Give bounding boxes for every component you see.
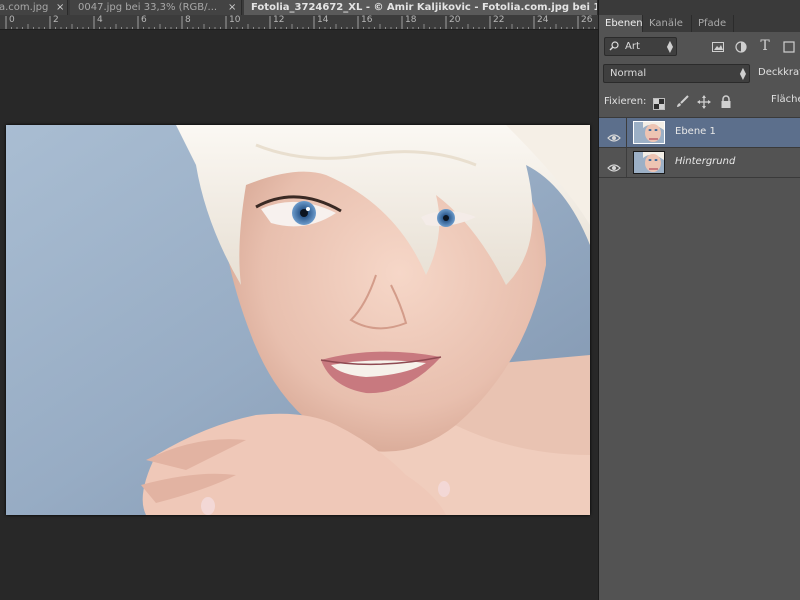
document-tab-3-label: Fotolia_3724672_XL - © Amir Kaljikovic -… [251,2,598,13]
layer-thumbnail[interactable] [633,151,665,174]
chevron-down-icon: ▼ [739,72,746,81]
panel-tab-bar: Ebenen Kanäle Pfade [599,0,800,32]
blend-row: Normal ▲ ▼ Deckkraft [599,62,800,84]
layer-thumbnail[interactable] [633,121,665,144]
document-tab-2[interactable]: 0047.jpg bei 33,3% (RGB/... × [70,0,242,15]
ruler-label: 4 [97,15,103,25]
layer-row-0[interactable]: Ebene 1 [599,118,800,148]
layer-row-1[interactable]: Hintergrund [599,148,800,178]
lock-label: Fixieren: [604,96,647,107]
blend-mode-value: Normal [610,68,647,79]
lock-icon[interactable] [720,94,732,108]
ruler-label: 12 [273,15,285,25]
search-icon [609,38,619,61]
document-canvas[interactable] [0,31,598,600]
lock-transparency-icon[interactable] [653,95,665,110]
tab-ebenen[interactable]: Ebenen [599,15,643,32]
ruler-label: 22 [493,15,505,25]
tab-pfade[interactable]: Pfade [692,15,734,32]
document-tab-2-label: 0047.jpg bei 33,3% (RGB/... [78,2,218,13]
type-filter-icon[interactable]: T [758,39,772,53]
ruler-label: 14 [317,15,329,25]
tab-kanaele[interactable]: Kanäle [643,15,692,32]
ruler-label: 10 [229,15,241,25]
layer-divider [626,118,627,147]
eye-icon[interactable] [607,158,621,172]
ruler-ticks [5,16,595,29]
ruler-label: 26 [581,15,593,25]
layers-list: Ebene 1 Hintergrund [599,117,800,178]
fill-label: Fläche [771,94,800,105]
layer-name: Hintergrund [675,156,736,167]
layer-divider [626,148,627,177]
close-icon[interactable]: × [56,0,64,15]
ruler-label: 6 [141,15,147,25]
portrait-image [6,125,590,515]
brush-icon[interactable] [675,94,689,108]
close-icon[interactable]: × [228,0,236,15]
portrait-photo[interactable] [6,125,590,515]
ruler-label: 18 [405,15,417,25]
ruler-label: 16 [361,15,373,25]
adjustment-filter-icon[interactable] [734,39,748,53]
ruler-label: 2 [53,15,59,25]
filter-kind-value: Art [625,41,640,52]
image-filter-icon[interactable] [711,39,725,53]
ruler-label: 24 [537,15,549,25]
shape-filter-icon[interactable] [782,39,796,53]
document-tab-1-label: a.com.jpg [0,2,49,13]
document-tab-bar: a.com.jpg × 0047.jpg bei 33,3% (RGB/... … [0,0,598,15]
ruler-label: 0 [9,15,15,25]
document-tab-3[interactable]: Fotolia_3724672_XL - © Amir Kaljikovic -… [244,0,598,15]
document-tab-1[interactable]: a.com.jpg × [0,0,68,15]
lock-row: Fixieren: Fläche [599,90,800,114]
layer-name: Ebene 1 [675,126,716,137]
horizontal-ruler: 0246810121416182022242628 [0,15,598,30]
filter-kind-dropdown[interactable]: Art ▲ ▼ [604,37,677,56]
chevron-down-icon: ▼ [666,45,673,54]
ruler-label: 8 [185,15,191,25]
move-icon[interactable] [697,94,711,109]
blend-mode-dropdown[interactable]: Normal ▲ ▼ [603,64,750,83]
ruler-label: 20 [449,15,461,25]
opacity-label: Deckkraft [758,67,800,78]
eye-icon[interactable] [607,128,621,142]
layers-panel: Ebenen Kanäle Pfade Art ▲ ▼ T Normal ▲ ▼… [598,0,800,600]
